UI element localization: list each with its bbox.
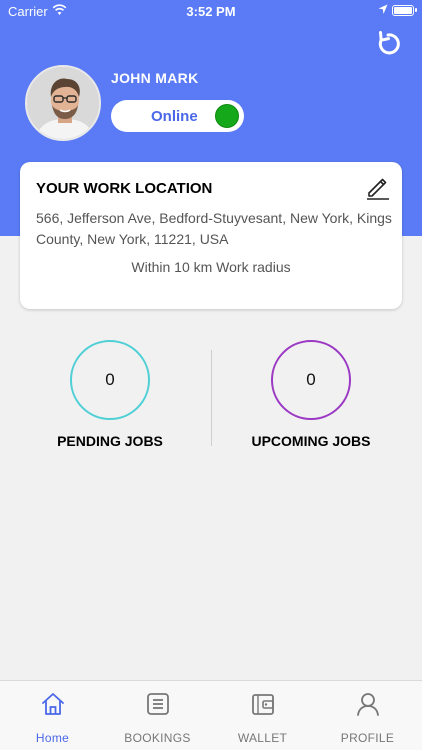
- tab-home-label: Home: [35, 731, 70, 745]
- refresh-icon[interactable]: [374, 30, 402, 58]
- tab-bar: Home BOOKINGS WALLET PROFILE: [0, 680, 422, 750]
- upcoming-jobs-count: 0: [271, 340, 351, 420]
- tab-home[interactable]: Home: [0, 681, 105, 750]
- location-arrow-icon: [378, 4, 388, 14]
- wallet-icon: [252, 694, 274, 715]
- work-location-title: YOUR WORK LOCATION: [36, 180, 213, 197]
- pending-jobs-count: 0: [70, 340, 150, 420]
- pending-jobs-label: PENDING JOBS: [57, 433, 163, 449]
- list-icon: [147, 693, 169, 715]
- status-bar: Carrier 3:52 PM: [0, 0, 422, 24]
- work-address: 566, Jefferson Ave, Bedford-Stuyvesant, …: [36, 210, 392, 247]
- pending-jobs-stat[interactable]: 0 PENDING JOBS: [10, 340, 210, 449]
- work-location-card: YOUR WORK LOCATION 566, Jefferson Ave, B…: [20, 162, 402, 309]
- tab-bookings[interactable]: BOOKINGS: [105, 681, 210, 750]
- work-radius: Within 10 km Work radius: [131, 259, 291, 275]
- tab-profile-label: PROFILE: [340, 731, 395, 745]
- user-name: JOHN MARK: [111, 70, 199, 86]
- pencil-icon[interactable]: [364, 174, 390, 200]
- home-icon: [42, 693, 64, 715]
- tab-profile[interactable]: PROFILE: [315, 681, 420, 750]
- online-toggle[interactable]: Online: [111, 100, 244, 132]
- clock: 3:52 PM: [186, 4, 236, 19]
- avatar[interactable]: [25, 65, 101, 141]
- online-indicator: [215, 104, 239, 128]
- tab-wallet-label: WALLET: [237, 731, 288, 745]
- upcoming-jobs-label: UPCOMING JOBS: [251, 433, 371, 449]
- online-status-label: Online: [151, 108, 198, 125]
- battery-icon: [392, 5, 417, 16]
- user-icon: [357, 693, 379, 716]
- tab-bookings-label: BOOKINGS: [124, 731, 191, 745]
- tab-wallet[interactable]: WALLET: [210, 681, 315, 750]
- upcoming-jobs-stat[interactable]: 0 UPCOMING JOBS: [211, 340, 411, 449]
